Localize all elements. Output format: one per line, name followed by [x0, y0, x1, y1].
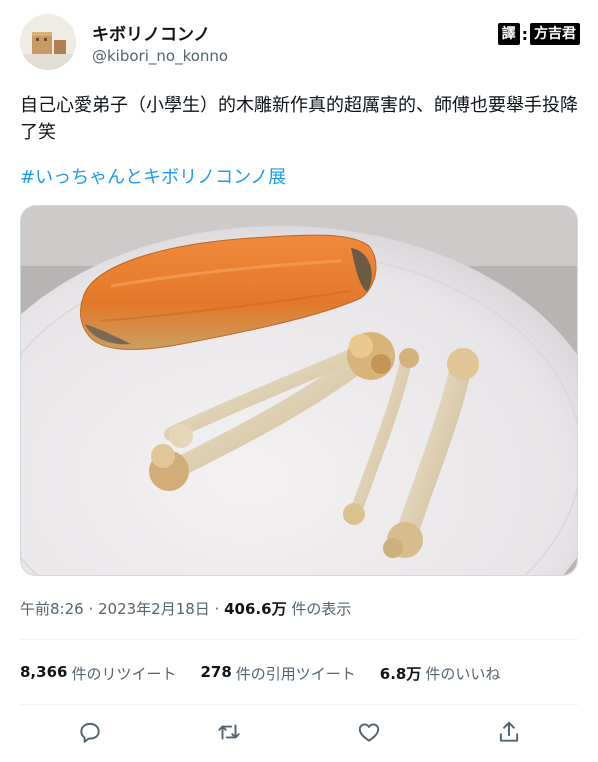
quotes-label: 件の引用ツイート	[235, 664, 356, 683]
share-button[interactable]	[496, 719, 522, 745]
divider	[20, 704, 578, 705]
avatar-image	[20, 14, 76, 70]
tweet-header: キボリノコンノ @kibori_no_konno 譯 : 方吉君	[20, 14, 580, 74]
avatar[interactable]	[20, 14, 76, 70]
tweet-text: 自己心愛弟子（小學生）的木雕新作真的超厲害的、師傅也要舉手投降了笑	[20, 95, 578, 143]
retweets-count: 8,366	[20, 662, 68, 681]
translator-badge: 譯 : 方吉君	[497, 22, 580, 46]
tweet-media-photo[interactable]	[20, 205, 578, 576]
reply-icon	[80, 722, 100, 743]
retweet-icon	[218, 724, 240, 740]
view-count-label: 件の表示	[291, 600, 352, 618]
wood-carving-photo	[21, 206, 577, 575]
display-name[interactable]: キボリノコンノ	[92, 20, 210, 45]
translator-badge-left: 譯	[497, 23, 520, 45]
retweets-label: 件のリツイート	[71, 664, 177, 683]
reply-button[interactable]	[77, 719, 103, 745]
likes-count: 6.8万	[379, 664, 422, 683]
retweets-stat[interactable]: 8,366 件のリツイート	[20, 663, 176, 684]
quotes-count: 278	[200, 662, 232, 681]
likes-stat[interactable]: 6.8万 件のいいね	[380, 663, 501, 684]
translator-badge-name: 方吉君	[530, 23, 580, 45]
like-button[interactable]	[356, 719, 382, 745]
engagement-stats: 8,366 件のリツイート 278 件の引用ツイート 6.8万 件のいいね	[20, 655, 578, 691]
likes-label: 件のいいね	[425, 664, 501, 683]
tweet-meta: 午前8:26 · 2023年2月18日 · 406.6万 件の表示	[20, 598, 351, 619]
user-handle[interactable]: @kibori_no_konno	[92, 47, 228, 65]
share-icon	[499, 721, 519, 742]
view-count: 406.6万	[224, 600, 287, 618]
heart-icon	[358, 723, 380, 742]
hashtag-link[interactable]: #いっちゃんとキボリノコンノ展	[20, 164, 286, 191]
action-bar	[20, 713, 578, 753]
translator-badge-sep: :	[521, 24, 528, 44]
divider	[20, 639, 578, 640]
retweet-button[interactable]	[216, 719, 242, 745]
tweet-timestamp[interactable]: 午前8:26 · 2023年2月18日 ·	[20, 600, 219, 618]
quotes-stat[interactable]: 278 件の引用ツイート	[200, 663, 355, 684]
